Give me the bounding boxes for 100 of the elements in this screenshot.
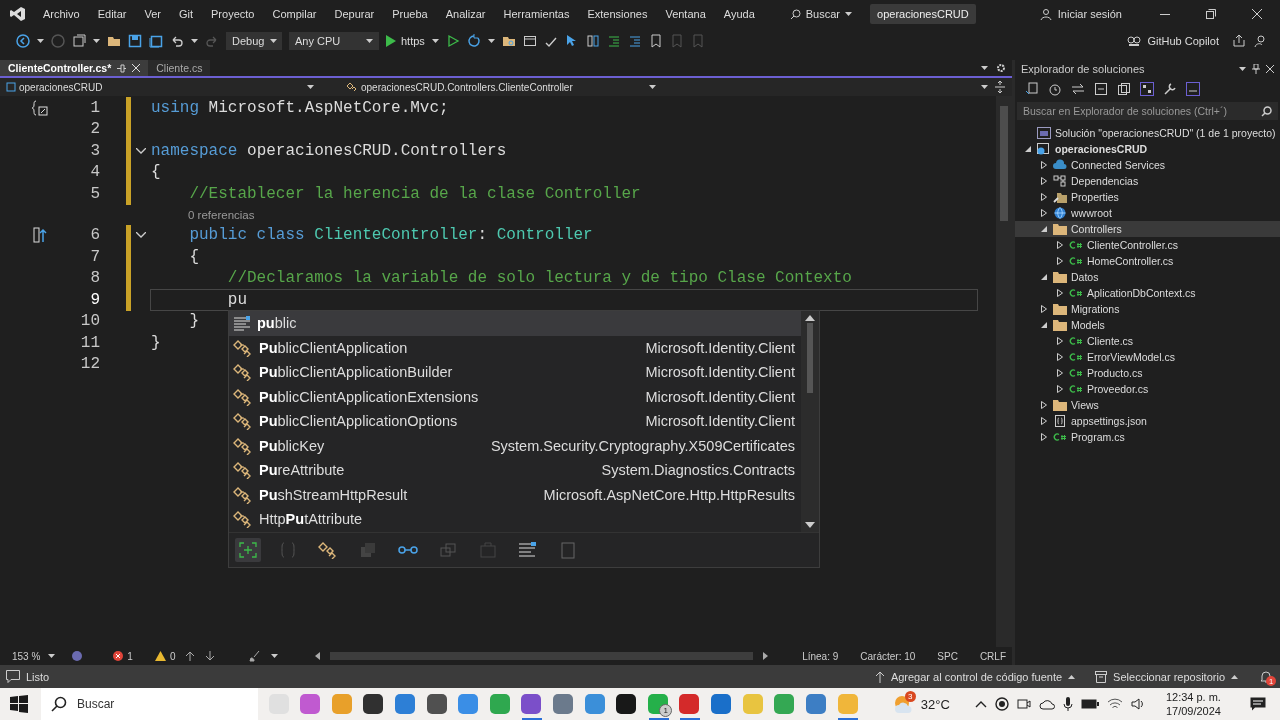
- menu-item[interactable]: Compilar: [263, 8, 326, 20]
- scroll-left-icon[interactable]: [314, 652, 320, 660]
- tree-item[interactable]: Proveedor.cs: [1015, 381, 1280, 397]
- expand-icon[interactable]: [1057, 385, 1063, 393]
- run-button[interactable]: https: [386, 35, 425, 47]
- tree-item[interactable]: Producto.cs: [1015, 365, 1280, 381]
- tree-item[interactable]: Program.cs: [1015, 429, 1280, 445]
- expand-icon[interactable]: [1041, 161, 1047, 169]
- menu-item[interactable]: Ayuda: [714, 8, 764, 20]
- share-icon[interactable]: [1232, 34, 1246, 48]
- caret-icon[interactable]: [37, 39, 44, 43]
- caret-icon[interactable]: [981, 85, 988, 89]
- completion-item[interactable]: PublicKey System.Security.Cryptography.X509Certificates: [229, 433, 801, 458]
- horizontal-scrollbar[interactable]: [329, 652, 754, 660]
- tree-item[interactable]: Models: [1015, 317, 1280, 333]
- down-arrow-icon[interactable]: [205, 651, 216, 661]
- tree-item[interactable]: Dependencias: [1015, 173, 1280, 189]
- feedback-icon[interactable]: [1253, 34, 1267, 48]
- taskbar-search-field[interactable]: Buscar: [41, 688, 259, 720]
- close-icon[interactable]: [132, 64, 141, 72]
- editor-tab[interactable]: ClienteController.cs*: [0, 60, 149, 76]
- vertical-scrollbar[interactable]: [996, 96, 1012, 647]
- caret-icon[interactable]: [1239, 67, 1246, 71]
- menu-item[interactable]: Archivo: [34, 8, 89, 20]
- windows-logo-icon[interactable]: [10, 695, 28, 713]
- microphone-icon[interactable]: [1062, 696, 1073, 712]
- caret-icon[interactable]: [270, 39, 278, 43]
- expand-icon[interactable]: [1057, 289, 1063, 297]
- line-ending-indicator[interactable]: CRLF: [973, 650, 1012, 662]
- caret-icon[interactable]: [191, 39, 198, 43]
- tree-item[interactable]: Cliente.cs: [1015, 333, 1280, 349]
- tree-item[interactable]: operacionesCRUD: [1015, 141, 1280, 157]
- caret-icon[interactable]: [366, 39, 373, 43]
- caret-icon[interactable]: [307, 85, 314, 89]
- search-field[interactable]: Buscar en Explorador de soluciones (Ctrl+´): [1017, 102, 1278, 120]
- repository-button[interactable]: Seleccionar repositorio: [1095, 670, 1238, 683]
- menu-item[interactable]: Extensiones: [578, 8, 657, 20]
- scroll-right-icon[interactable]: [763, 652, 769, 660]
- sync-icon[interactable]: [1025, 82, 1039, 96]
- menu-item[interactable]: Depurar: [325, 8, 384, 20]
- folder-search-icon[interactable]: [501, 34, 516, 48]
- tree-item[interactable]: Solución "operacionesCRUD" (1 de 1 proyecto): [1015, 125, 1280, 141]
- expand-icon[interactable]: [1041, 177, 1047, 185]
- expanded-icon[interactable]: [1025, 146, 1031, 152]
- wrench-icon[interactable]: [1163, 82, 1177, 96]
- zoom-dropdown[interactable]: 153 %: [6, 650, 62, 662]
- warning-count[interactable]: 0: [154, 650, 176, 662]
- refresh-icon[interactable]: [466, 34, 481, 48]
- history-icon[interactable]: [1048, 82, 1062, 96]
- hierarchy-icon[interactable]: [32, 226, 48, 245]
- tree-item[interactable]: Connected Services: [1015, 157, 1280, 173]
- close-icon[interactable]: [1266, 65, 1274, 73]
- caret-icon[interactable]: [487, 39, 495, 43]
- copy-icon[interactable]: [1117, 82, 1131, 96]
- record-icon[interactable]: [994, 697, 1009, 711]
- tree-item[interactable]: ClienteController.cs: [1015, 237, 1280, 253]
- caret-icon[interactable]: [93, 39, 100, 43]
- expand-icon[interactable]: [1057, 353, 1063, 361]
- expand-icon[interactable]: [1041, 401, 1047, 409]
- collapse-icon[interactable]: [135, 232, 146, 239]
- save-icon[interactable]: [128, 34, 142, 48]
- menu-item[interactable]: Ver: [135, 8, 170, 20]
- caret-icon[interactable]: [48, 654, 56, 658]
- battery-icon[interactable]: [1080, 699, 1099, 709]
- folder-open-icon[interactable]: [107, 34, 121, 48]
- tree-view-icon[interactable]: [1140, 82, 1154, 96]
- tree-item[interactable]: Views: [1015, 397, 1280, 413]
- swap-icon[interactable]: [1071, 82, 1085, 96]
- gear-icon[interactable]: [996, 63, 1006, 73]
- undo-icon[interactable]: [170, 34, 184, 48]
- preview-icon[interactable]: [1186, 82, 1200, 96]
- error-count[interactable]: 1: [113, 650, 133, 662]
- tree-item[interactable]: AplicationDbContext.cs: [1015, 285, 1280, 301]
- text-lines-icon[interactable]: [518, 540, 538, 559]
- tree-item[interactable]: Properties: [1015, 189, 1280, 205]
- play-outline-icon[interactable]: [445, 34, 460, 48]
- columns-icon[interactable]: [585, 34, 600, 48]
- expand-icon[interactable]: [1041, 305, 1047, 313]
- tree-item[interactable]: wwwroot: [1015, 205, 1280, 221]
- tree-item[interactable]: Migrations: [1015, 301, 1280, 317]
- type-dropdown[interactable]: operacionesCRUD.Controllers.ClienteController: [340, 78, 662, 96]
- tree-item[interactable]: appsettings.json: [1015, 413, 1280, 429]
- scroll-up-icon[interactable]: [805, 315, 815, 321]
- expand-icon[interactable]: [1041, 209, 1047, 217]
- expand-icon[interactable]: [1057, 337, 1063, 345]
- caret-icon[interactable]: [431, 39, 439, 43]
- completion-item[interactable]: PureAttribute System.Diagnostics.Contracts: [229, 458, 801, 483]
- editor-tab[interactable]: Cliente.cs: [148, 60, 211, 76]
- chevron-up-icon[interactable]: [974, 700, 987, 708]
- pin-icon[interactable]: [1252, 64, 1260, 74]
- caret-icon[interactable]: [981, 66, 988, 70]
- braces-icon[interactable]: [31, 98, 49, 117]
- cloud-icon[interactable]: [1038, 698, 1055, 710]
- completion-item[interactable]: PublicClientApplication Microsoft.Identity.Client: [229, 335, 801, 360]
- menu-item[interactable]: Prueba: [383, 8, 437, 20]
- completion-item[interactable]: public: [229, 311, 801, 336]
- linked-shapes-icon[interactable]: [318, 540, 338, 559]
- brush-icon[interactable]: [249, 650, 262, 662]
- expand-icon[interactable]: [1041, 193, 1047, 201]
- search-button[interactable]: Buscar: [781, 8, 861, 20]
